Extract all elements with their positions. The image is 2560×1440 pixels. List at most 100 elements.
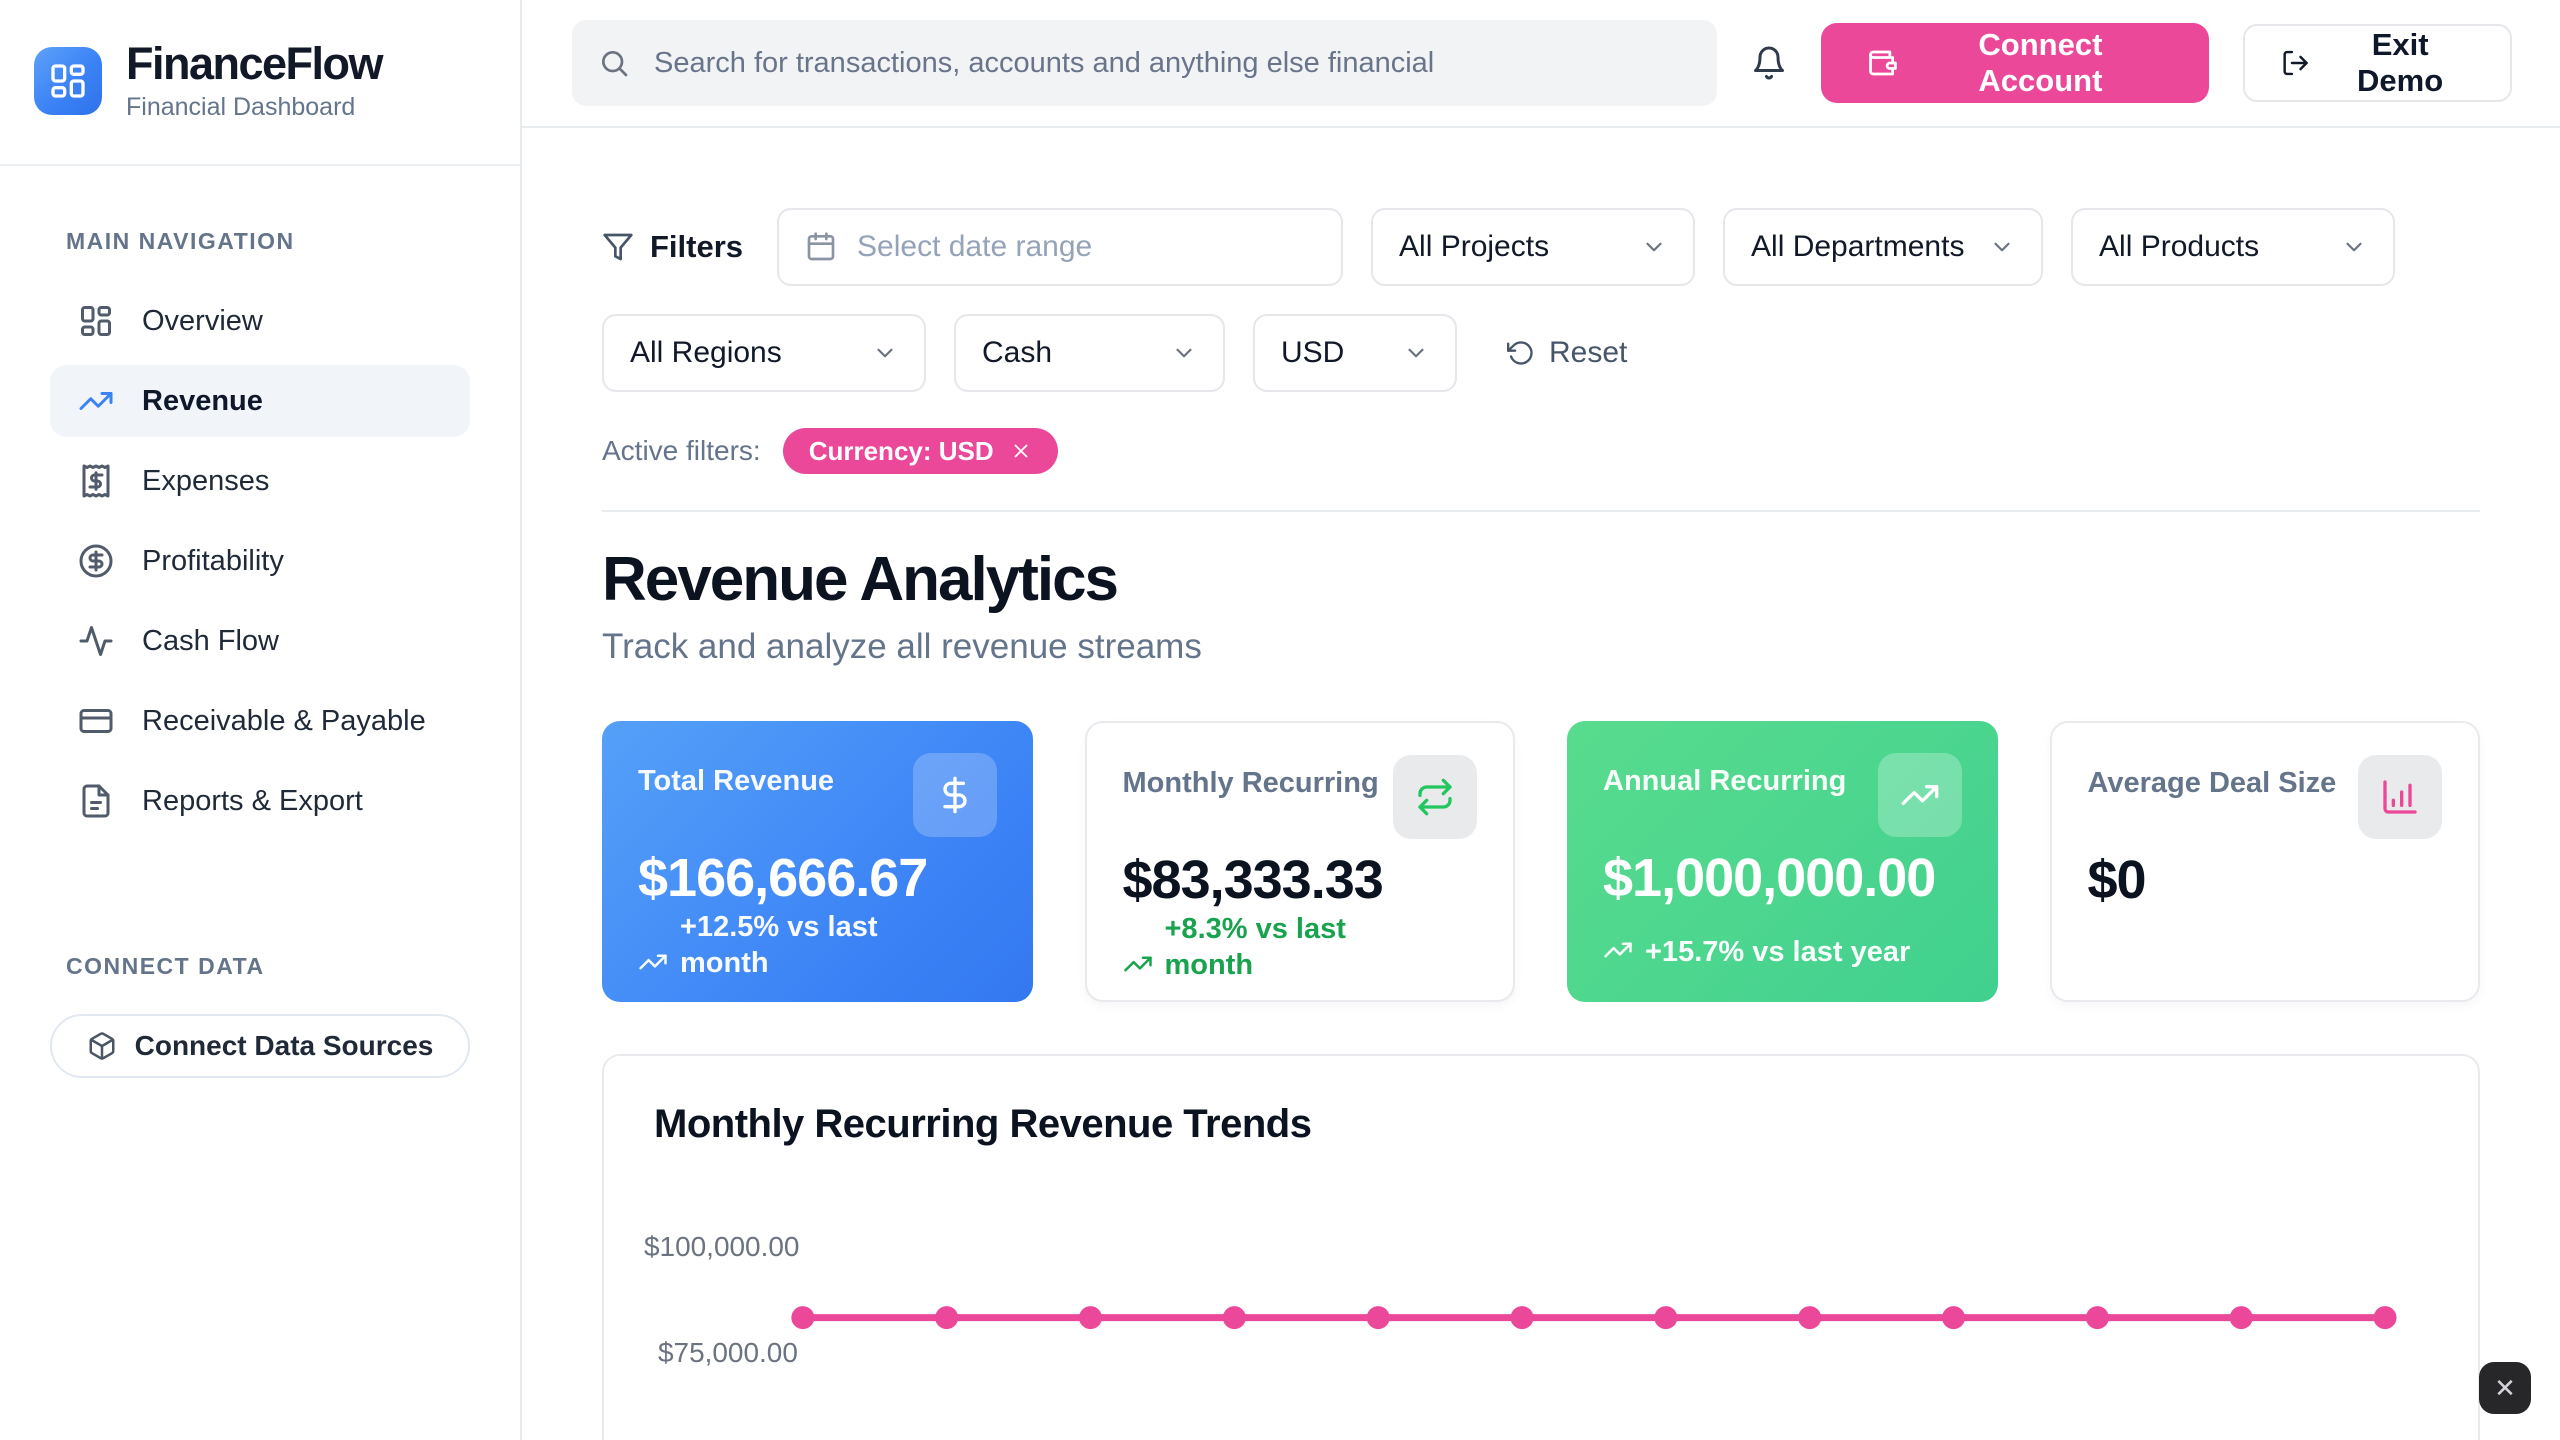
y-axis-tick: $75,000.00 bbox=[658, 1337, 798, 1368]
data-point-marker[interactable] bbox=[1798, 1306, 1821, 1329]
metric-change-text: +15.7% vs last year bbox=[1645, 934, 1910, 970]
metric-icon-box bbox=[1393, 755, 1477, 839]
main-navigation: MAIN NAVIGATION Overview Revenue bbox=[0, 166, 520, 845]
filters-label: Filters bbox=[650, 229, 743, 265]
main-area: Connect Account Exit Demo Filters bbox=[522, 0, 2560, 1440]
reset-filters-button[interactable]: Reset bbox=[1507, 336, 1627, 370]
search-input[interactable] bbox=[572, 20, 1717, 106]
data-point-marker[interactable] bbox=[2086, 1306, 2109, 1329]
regions-select-value: All Regions bbox=[630, 336, 782, 370]
activity-icon bbox=[78, 623, 114, 659]
brand-block: FinanceFlow Financial Dashboard bbox=[0, 0, 520, 166]
active-filter-chip-currency[interactable]: Currency: USD bbox=[783, 428, 1058, 474]
app-logo bbox=[34, 47, 102, 115]
metric-icon-box bbox=[1878, 753, 1962, 837]
data-point-marker[interactable] bbox=[1942, 1306, 1965, 1329]
data-point-marker[interactable] bbox=[935, 1306, 958, 1329]
filters-heading: Filters bbox=[602, 229, 743, 265]
data-point-marker[interactable] bbox=[791, 1306, 814, 1329]
receipt-icon bbox=[78, 463, 114, 499]
page-content: Filters Select date range All Projects A… bbox=[522, 128, 2560, 1440]
metric-title: Average Deal Size bbox=[2088, 767, 2337, 800]
projects-select[interactable]: All Projects bbox=[1371, 208, 1695, 286]
top-bar: Connect Account Exit Demo bbox=[522, 0, 2560, 128]
data-point-marker[interactable] bbox=[1654, 1306, 1677, 1329]
metric-change: +8.3% vs last month bbox=[1123, 911, 1478, 984]
bar-chart-icon bbox=[2380, 777, 2420, 817]
metric-title: Monthly Recurring bbox=[1123, 767, 1379, 800]
trending-up-icon bbox=[638, 947, 668, 977]
metric-card-average-deal-size: Average Deal Size $0 bbox=[2050, 721, 2481, 1002]
line-series bbox=[791, 1306, 2396, 1329]
page-subtitle: Track and analyze all revenue streams bbox=[602, 627, 2480, 667]
currency-select[interactable]: USD bbox=[1253, 314, 1457, 392]
sidebar-item-revenue[interactable]: Revenue bbox=[50, 365, 470, 437]
metric-icon-box bbox=[913, 753, 997, 837]
data-point-marker[interactable] bbox=[1367, 1306, 1390, 1329]
app-root: FinanceFlow Financial Dashboard MAIN NAV… bbox=[0, 0, 2560, 1440]
metric-card-total-revenue: Total Revenue $166,666.67 +12.5% vs last… bbox=[602, 721, 1033, 1002]
repeat-icon bbox=[1415, 777, 1455, 817]
connect-account-button[interactable]: Connect Account bbox=[1821, 23, 2209, 103]
connect-data-section-label: CONNECT DATA bbox=[66, 953, 520, 980]
metric-title: Total Revenue bbox=[638, 765, 834, 798]
trending-up-icon bbox=[1900, 775, 1940, 815]
mrr-line-chart[interactable]: $100,000.00 $75,000.00 bbox=[644, 1171, 2438, 1440]
chevron-down-icon bbox=[1171, 340, 1197, 366]
sidebar-item-cash-flow[interactable]: Cash Flow bbox=[50, 605, 470, 677]
dismiss-overlay-button[interactable]: ✕ bbox=[2479, 1362, 2531, 1414]
data-point-marker[interactable] bbox=[1223, 1306, 1246, 1329]
notifications-button[interactable] bbox=[1751, 45, 1787, 81]
file-text-icon bbox=[78, 783, 114, 819]
currency-select-value: USD bbox=[1281, 336, 1344, 370]
sidebar-item-label: Expenses bbox=[142, 465, 269, 498]
metric-card-monthly-recurring: Monthly Recurring $83,333.33 +8.3% vs la… bbox=[1085, 721, 1516, 1002]
payment-type-select[interactable]: Cash bbox=[954, 314, 1225, 392]
connect-data-sources-button[interactable]: Connect Data Sources bbox=[50, 1014, 470, 1078]
active-filter-chip-label: Currency: USD bbox=[809, 436, 994, 467]
sidebar-item-expenses[interactable]: Expenses bbox=[50, 445, 470, 517]
metric-change-text: +8.3% vs last month bbox=[1165, 911, 1405, 984]
sidebar-item-label: Cash Flow bbox=[142, 625, 279, 658]
mrr-trends-card: Monthly Recurring Revenue Trends $100,00… bbox=[602, 1054, 2480, 1440]
metric-value: $0 bbox=[2088, 849, 2443, 911]
credit-card-icon bbox=[78, 703, 114, 739]
data-point-marker[interactable] bbox=[1079, 1306, 1102, 1329]
connect-data-sources-label: Connect Data Sources bbox=[135, 1030, 434, 1062]
calendar-icon bbox=[805, 231, 837, 263]
close-icon[interactable] bbox=[1010, 440, 1032, 462]
wallet-icon bbox=[1865, 46, 1898, 80]
exit-demo-button[interactable]: Exit Demo bbox=[2243, 24, 2512, 102]
sidebar-item-profitability[interactable]: Profitability bbox=[50, 525, 470, 597]
page-title: Revenue Analytics bbox=[602, 544, 2480, 615]
metric-change: +15.7% vs last year bbox=[1603, 934, 1962, 970]
circle-dollar-icon bbox=[78, 543, 114, 579]
package-icon bbox=[87, 1031, 117, 1061]
trending-up-icon bbox=[1603, 935, 1633, 965]
active-filters-label: Active filters: bbox=[602, 435, 761, 467]
sidebar-item-overview[interactable]: Overview bbox=[50, 285, 470, 357]
nav-section-label: MAIN NAVIGATION bbox=[66, 228, 470, 255]
section-divider bbox=[602, 510, 2480, 512]
metric-value: $1,000,000.00 bbox=[1603, 847, 1962, 909]
y-axis-tick: $100,000.00 bbox=[644, 1231, 799, 1262]
sidebar-item-receivable-payable[interactable]: Receivable & Payable bbox=[50, 685, 470, 757]
data-point-marker[interactable] bbox=[2230, 1306, 2253, 1329]
sidebar-item-reports-export[interactable]: Reports & Export bbox=[50, 765, 470, 837]
bell-icon bbox=[1751, 45, 1787, 81]
products-select[interactable]: All Products bbox=[2071, 208, 2395, 286]
data-point-marker[interactable] bbox=[1511, 1306, 1534, 1329]
active-filters-row: Active filters: Currency: USD bbox=[602, 428, 2480, 474]
date-range-picker[interactable]: Select date range bbox=[777, 208, 1343, 286]
chevron-down-icon bbox=[1403, 340, 1429, 366]
connect-account-label: Connect Account bbox=[1916, 27, 2165, 99]
departments-select[interactable]: All Departments bbox=[1723, 208, 2043, 286]
sidebar-item-label: Reports & Export bbox=[142, 785, 363, 818]
sidebar: FinanceFlow Financial Dashboard MAIN NAV… bbox=[0, 0, 522, 1440]
metric-change-text: +12.5% vs last month bbox=[680, 909, 920, 982]
brand-name: FinanceFlow bbox=[126, 40, 382, 87]
regions-select[interactable]: All Regions bbox=[602, 314, 926, 392]
chevron-down-icon bbox=[872, 340, 898, 366]
data-point-marker[interactable] bbox=[2374, 1306, 2397, 1329]
layout-dashboard-icon bbox=[78, 303, 114, 339]
